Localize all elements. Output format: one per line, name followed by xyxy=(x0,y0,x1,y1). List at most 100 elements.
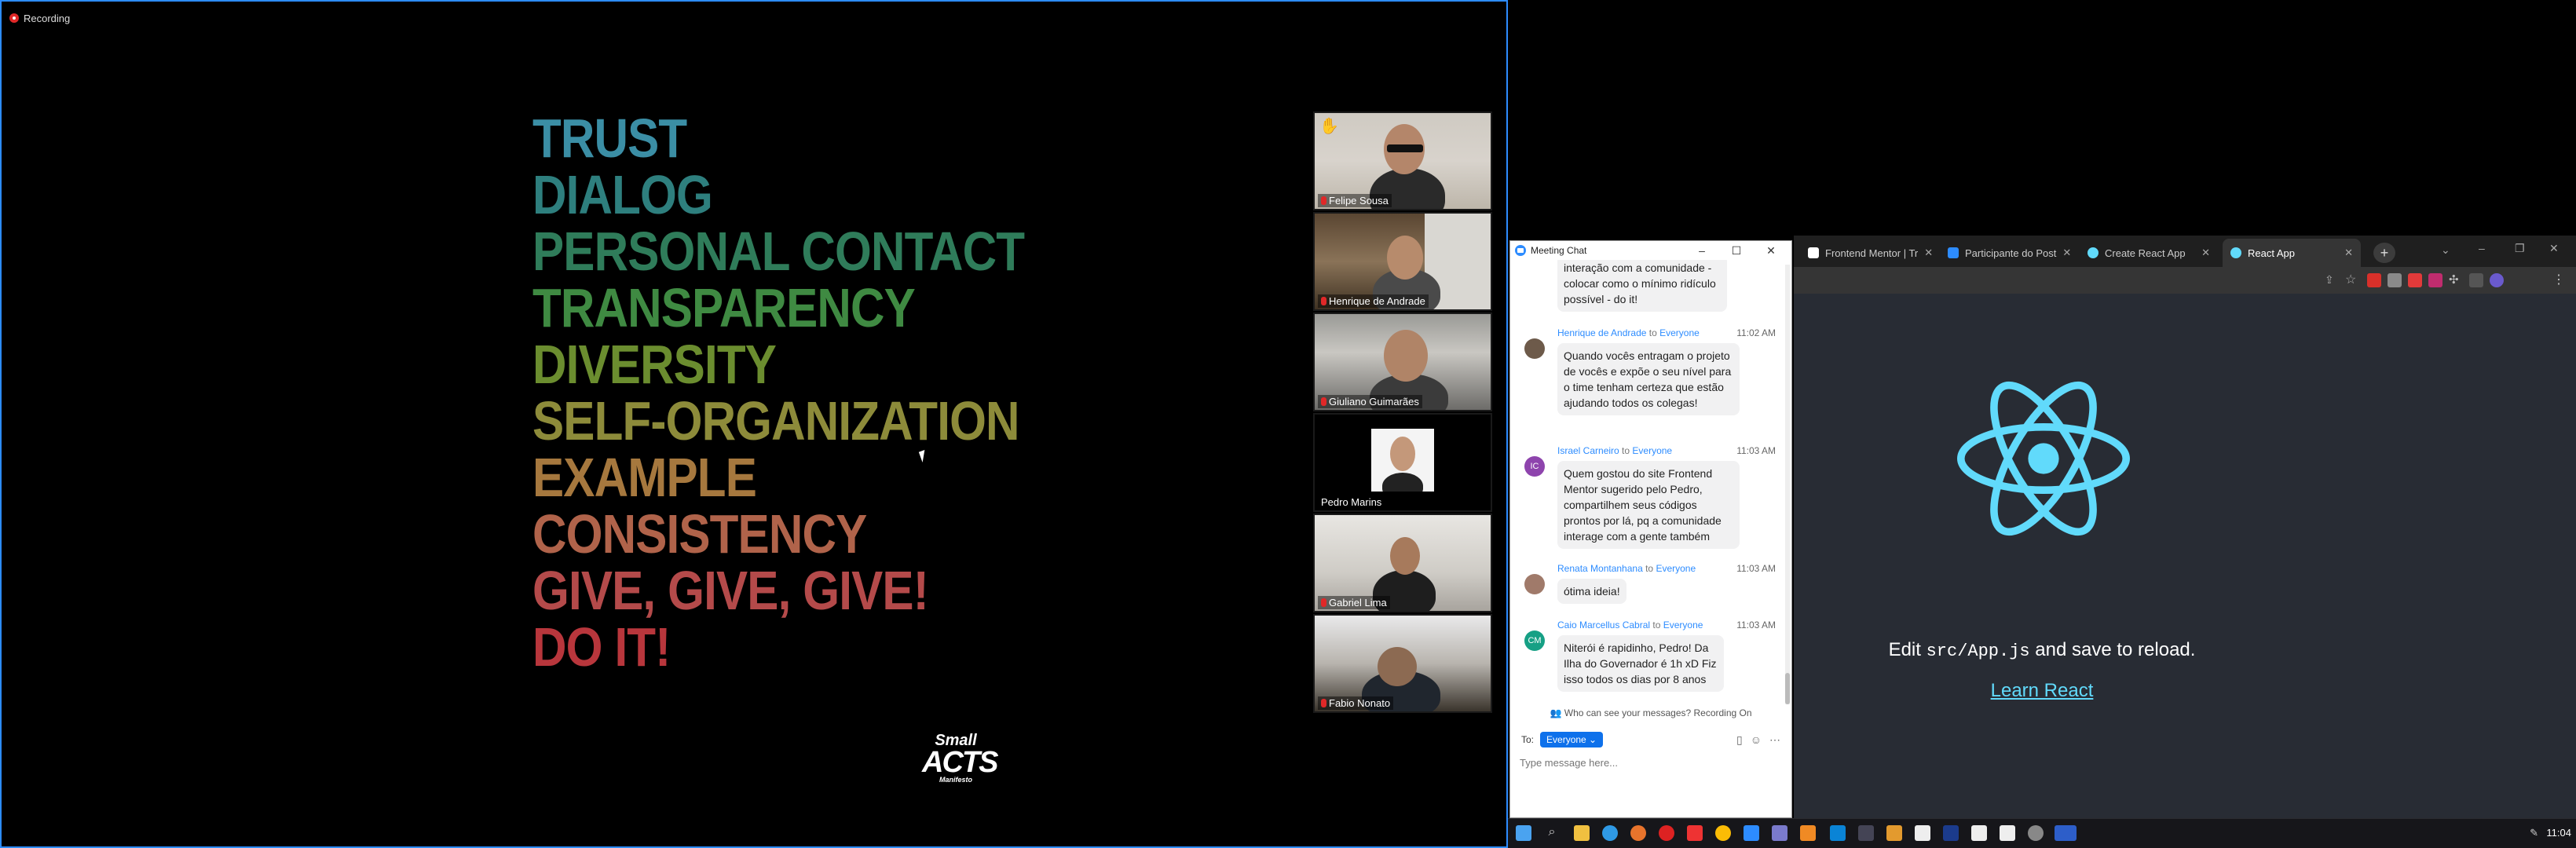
maximize-button[interactable]: ☐ xyxy=(1719,241,1754,260)
message-time: 11:03 AM xyxy=(1736,620,1776,631)
recipient-row: To: Everyone ⌄ ▯ ☺ ⋯ xyxy=(1521,729,1780,750)
file-icon[interactable] xyxy=(1971,825,1987,841)
close-window-icon[interactable]: ✕ xyxy=(2549,242,2559,255)
audience: Everyone xyxy=(1656,563,1696,574)
extension-icon[interactable] xyxy=(2408,273,2422,287)
slide-word: DO IT! xyxy=(532,616,671,678)
participant-tile[interactable]: Gabriel Lima xyxy=(1313,514,1492,612)
message-time: 11:03 AM xyxy=(1736,563,1776,574)
sender-name[interactable]: Renata Montanhana xyxy=(1557,563,1643,574)
extension-icon[interactable] xyxy=(2367,273,2381,287)
participant-name: Henrique de Andrade xyxy=(1329,295,1425,307)
to-word: to xyxy=(1645,563,1654,574)
participant-tile[interactable]: Fabio Nonato xyxy=(1313,614,1492,713)
slide-word: SELF-ORGANIZATION xyxy=(532,390,1020,451)
extension-icon[interactable] xyxy=(2388,273,2402,287)
profile-avatar[interactable] xyxy=(2490,273,2504,287)
chat-bubble: Quando vocês entragam o projeto de vocês… xyxy=(1557,343,1740,415)
app-icon[interactable] xyxy=(1858,825,1874,841)
extension-icon[interactable] xyxy=(2428,273,2442,287)
notepad-icon[interactable] xyxy=(1915,825,1930,841)
app-icon[interactable] xyxy=(1687,825,1703,841)
chat-bubble: interação com a comunidade - colocar com… xyxy=(1557,260,1727,312)
edge-icon[interactable] xyxy=(1602,825,1618,841)
pen-icon[interactable]: ✎ xyxy=(2530,827,2538,839)
chat-scrollbar[interactable] xyxy=(1785,265,1790,704)
to-word: to xyxy=(1648,327,1657,338)
close-tab-icon[interactable]: ✕ xyxy=(2062,247,2071,259)
tab-title: React App xyxy=(2248,247,2295,259)
edit-instruction: Edit src/App.js and save to reload. xyxy=(1794,639,2290,661)
participant-tile[interactable]: Henrique de Andrade xyxy=(1313,212,1492,311)
participant-tile[interactable]: ✋ Felipe Sousa xyxy=(1313,111,1492,210)
app-icon[interactable] xyxy=(1886,825,1902,841)
learn-react-link[interactable]: Learn React xyxy=(1794,680,2290,702)
firefox-icon[interactable] xyxy=(1630,825,1646,841)
close-tab-icon[interactable]: ✕ xyxy=(2201,247,2210,259)
minimize-button[interactable]: – xyxy=(1685,241,1719,260)
zoom-icon[interactable] xyxy=(1744,825,1759,841)
tab-search-icon[interactable]: ⌄ xyxy=(2441,243,2450,257)
more-icon[interactable]: ⋯ xyxy=(1769,733,1780,747)
vscode-icon[interactable] xyxy=(1830,825,1846,841)
visibility-note[interactable]: 👥 Who can see your messages? Recording O… xyxy=(1510,707,1791,718)
sender-name[interactable]: Israel Carneiro xyxy=(1557,445,1619,456)
browser-tab[interactable]: Participante do Post ✕ xyxy=(1940,239,2078,267)
close-tab-icon[interactable]: ✕ xyxy=(2344,247,2353,259)
browser-tab[interactable]: Frontend Mentor | Tr ✕ xyxy=(1800,239,1938,267)
chrome-icon[interactable] xyxy=(1715,825,1731,841)
chat-bubble: ótima ideia! xyxy=(1557,579,1626,604)
slide-word: DIALOG xyxy=(532,164,713,225)
recording-label: Recording xyxy=(24,12,71,24)
muted-mic-icon xyxy=(1321,397,1326,406)
file-icon[interactable]: ▯ xyxy=(1736,733,1743,747)
slide-word: PERSONAL CONTACT xyxy=(532,221,1025,282)
logo-line: ACTS xyxy=(922,746,998,779)
chat-titlebar: Meeting Chat – ☐ ✕ xyxy=(1510,241,1791,260)
participant-tile[interactable]: Giuliano Guimarães xyxy=(1313,313,1492,411)
recording-indicator[interactable]: Recording xyxy=(9,9,70,27)
chat-messages[interactable]: interação com a comunidade - colocar com… xyxy=(1510,260,1791,706)
browser-toolbar: ⇪ ☆ ✣ ⋮ xyxy=(1794,267,2576,294)
emoji-icon[interactable]: ☺ xyxy=(1751,733,1762,747)
message-time: 11:03 AM xyxy=(1736,445,1776,456)
chat-bubble: Quem gostou do site Frontend Mentor suge… xyxy=(1557,461,1740,549)
participant-avatar xyxy=(1371,429,1434,492)
raised-hand-icon: ✋ xyxy=(1319,118,1339,135)
tab-favicon-icon xyxy=(2088,247,2098,258)
restore-icon[interactable]: ❐ xyxy=(2515,242,2525,255)
message-input[interactable] xyxy=(1520,753,1779,772)
close-button[interactable]: ✕ xyxy=(1754,241,1788,260)
sidebar-icon[interactable] xyxy=(2469,273,2483,287)
sender-avatar: IC xyxy=(1524,456,1545,477)
extensions-puzzle-icon[interactable]: ✣ xyxy=(2449,272,2459,287)
app-icon[interactable] xyxy=(1800,825,1816,841)
shared-slide: TRUST DIALOG PERSONAL CONTACT TRANSPAREN… xyxy=(532,110,1104,675)
minimize-icon[interactable]: – xyxy=(2479,242,2485,254)
sender-name[interactable]: Caio Marcellus Cabral xyxy=(1557,620,1650,631)
browser-tab-active[interactable]: React App ✕ xyxy=(2223,239,2361,267)
file-explorer-icon[interactable] xyxy=(1574,825,1590,841)
audience: Everyone xyxy=(1632,445,1673,456)
share-icon[interactable]: ⇪ xyxy=(2325,273,2334,287)
browser-tab[interactable]: Create React App ✕ xyxy=(2080,239,2218,267)
menu-kebab-icon[interactable]: ⋮ xyxy=(2552,272,2565,287)
app-icon[interactable] xyxy=(2055,825,2077,841)
chat-title: Meeting Chat xyxy=(1531,245,1587,256)
recipient-dropdown[interactable]: Everyone ⌄ xyxy=(1540,732,1604,747)
start-button-icon[interactable] xyxy=(1516,825,1531,841)
close-tab-icon[interactable]: ✕ xyxy=(1924,247,1933,259)
app-icon[interactable] xyxy=(1772,825,1787,841)
photoshop-icon[interactable] xyxy=(1943,825,1959,841)
opera-icon[interactable] xyxy=(1659,825,1674,841)
new-tab-button[interactable]: + xyxy=(2373,243,2395,263)
to-word: to xyxy=(1622,445,1630,456)
sender-name[interactable]: Henrique de Andrade xyxy=(1557,327,1646,338)
search-icon[interactable]: ⌕ xyxy=(1544,825,1560,841)
sender-avatar xyxy=(1524,574,1545,594)
bookmark-star-icon[interactable]: ☆ xyxy=(2345,272,2356,287)
tab-favicon-icon xyxy=(1808,247,1819,258)
app-icon[interactable] xyxy=(2028,825,2044,841)
file-icon[interactable] xyxy=(2000,825,2015,841)
participant-tile[interactable]: Pedro Marins xyxy=(1313,413,1492,512)
